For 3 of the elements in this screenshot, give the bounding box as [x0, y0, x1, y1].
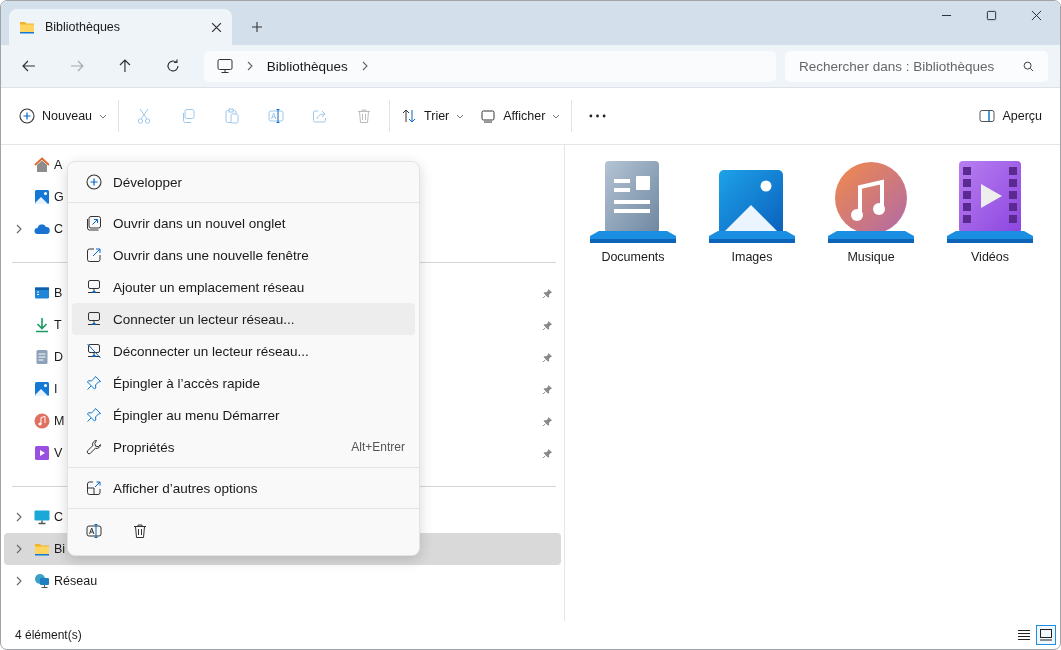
item-count: 4 élément(s): [15, 628, 82, 642]
tab-title: Bibliothèques: [45, 20, 122, 34]
shortcut-text: Alt+Entrer: [351, 440, 405, 454]
